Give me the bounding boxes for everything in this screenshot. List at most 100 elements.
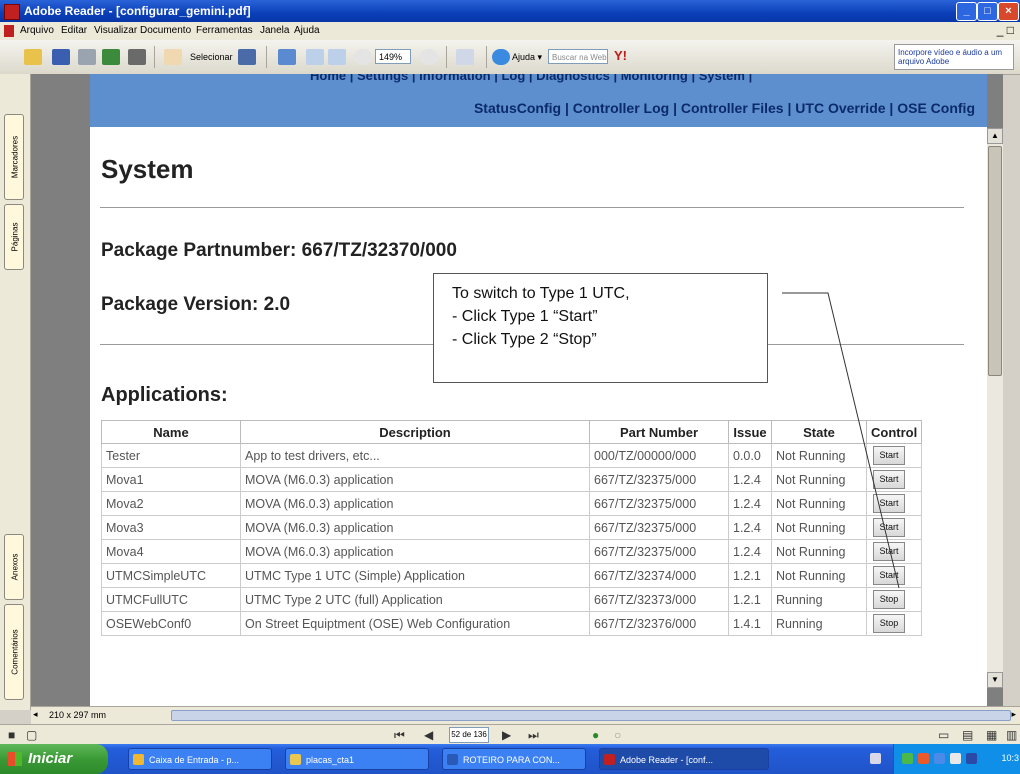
cell-name: Mova2 [101,491,241,516]
menu-editar[interactable]: Editar [61,25,87,36]
cell-description: MOVA (M6.0.3) application [240,467,590,492]
select-tool[interactable]: Selecionar [190,52,233,62]
menu-ajuda[interactable]: Ajuda [294,25,320,36]
document-icon [4,25,14,37]
facing-icon[interactable]: ▦ [986,728,997,742]
scroll-left-arrow-icon[interactable]: ◂ [33,709,38,720]
horizontal-scroll-thumb[interactable] [171,710,1011,721]
table-row: Mova3 MOVA (M6.0.3) application 667/TZ/3… [101,515,923,540]
scroll-up-arrow-icon[interactable]: ▲ [987,128,1003,144]
stop-button[interactable]: Stop [873,590,905,609]
page-number-field[interactable]: 52 de 136 [449,727,489,743]
vertical-scrollbar[interactable]: ▲ ▼ [987,128,1003,688]
document-window-controls[interactable]: _ □ [997,23,1014,37]
taskbar-item-folder[interactable]: placas_cta1 [285,748,429,770]
start-button[interactable]: Start [873,446,905,465]
taskbar-item-adobe-reader[interactable]: Adobe Reader - [conf... [599,748,769,770]
close-button[interactable]: × [998,2,1019,21]
document-view[interactable]: Home | Settings | Information | Log | Di… [31,74,1003,706]
cell-description: MOVA (M6.0.3) application [240,515,590,540]
taskbar-item-label: placas_cta1 [306,755,355,765]
go-back-icon[interactable]: ● [592,728,599,742]
snapshot-icon[interactable] [238,49,256,65]
tab-pages[interactable]: Páginas [4,204,24,270]
column-header-issue: Issue [728,420,772,444]
tab-bookmarks[interactable]: Marcadores [4,114,24,200]
zoom-in-plus-icon[interactable] [420,49,438,65]
volume-icon[interactable] [950,753,961,764]
toolbar: Selecionar 149% Ajuda ▾ Buscar na Web Y!… [0,40,1020,75]
zoom-out-icon[interactable] [354,49,372,65]
antivirus-icon[interactable] [918,753,929,764]
taskbar-item-label: Caixa de Entrada - p... [149,755,240,765]
previous-page-icon[interactable]: ◀ [424,728,433,742]
start-button[interactable]: Iniciar [0,744,108,774]
search-web-input[interactable]: Buscar na Web [548,49,608,64]
help-menu[interactable]: Ajuda ▾ [512,52,542,63]
tab-attachments[interactable]: Anexos [4,534,24,600]
zoom-field[interactable]: 149% [375,49,411,64]
cell-state: Not Running [771,563,867,588]
start-button[interactable]: Start [873,494,905,513]
cell-state: Running [771,587,867,612]
next-page-icon[interactable]: ▶ [502,728,511,742]
table-row: UTMCSimpleUTC UTMC Type 1 UTC (Simple) A… [101,563,923,588]
tab-comments[interactable]: Comentários [4,604,24,700]
network-icon[interactable] [902,753,913,764]
yahoo-icon[interactable]: Y! [614,48,627,63]
go-forward-icon[interactable]: ○ [614,728,621,742]
taskbar-item-label: Adobe Reader - [conf... [620,755,714,765]
page-layout-icon[interactable] [456,49,474,65]
horizontal-scrollbar[interactable]: ◂ 210 x 297 mm ▸ [31,706,1020,725]
stop-button[interactable]: Stop [873,614,905,633]
tab-attachments-label: Anexos [10,553,20,581]
scroll-right-arrow-icon[interactable]: ▸ [1011,709,1016,720]
zoom-in-icon[interactable] [278,49,296,65]
maximize-button[interactable]: □ [977,2,998,21]
actual-size-icon[interactable] [306,49,324,65]
menu-janela[interactable]: Janela [260,25,289,36]
cell-issue: 1.2.1 [728,587,772,612]
hand-tool-icon[interactable] [164,49,182,65]
fit-page-icon[interactable] [328,49,346,65]
open-folder-icon[interactable] [24,49,42,65]
adobe-reader-icon [4,4,20,20]
menu-documento[interactable]: Documento [140,25,191,36]
start-button[interactable]: Start [873,542,905,561]
print-icon[interactable] [78,49,96,65]
cell-name: UTMCSimpleUTC [101,563,241,588]
promo-banner[interactable]: Incorpore vídeo e áudio a um arquivo Ado… [894,44,1014,70]
email-icon[interactable] [102,49,120,65]
thumbnail-icon[interactable]: ▢ [26,728,37,742]
help-label: Ajuda [512,52,536,62]
cell-name: OSEWebConf0 [101,611,241,636]
tray-icon[interactable] [934,753,945,764]
taskbar: Iniciar Caixa de Entrada - p... placas_c… [0,744,1020,774]
menu-visualizar[interactable]: Visualizar [94,25,137,36]
start-button[interactable]: Start [873,518,905,537]
first-page-icon[interactable]: ⏮ [394,728,405,743]
vertical-scroll-thumb[interactable] [988,146,1002,376]
help-icon[interactable] [492,49,510,65]
applications-heading: Applications: [101,384,228,406]
continuous-icon[interactable]: ▤ [962,728,973,742]
menu-arquivo[interactable]: Arquivo [20,25,54,36]
find-binoculars-icon[interactable] [128,49,146,65]
continuous-facing-icon[interactable]: ▥ [1006,728,1017,742]
start-button[interactable]: Start [873,566,905,585]
taskbar-item-inbox[interactable]: Caixa de Entrada - p... [128,748,272,770]
single-page-icon[interactable]: ▭ [938,728,949,742]
save-icon[interactable] [52,49,70,65]
tray-app-icon[interactable] [966,753,977,764]
clock[interactable]: 10:3 [1001,753,1019,763]
taskbar-item-word[interactable]: ROTEIRO PARA CON... [442,748,586,770]
start-button[interactable]: Start [873,470,905,489]
menu-ferramentas[interactable]: Ferramentas [196,25,253,36]
cell-description: UTMC Type 2 UTC (full) Application [240,587,590,612]
language-bar-icon[interactable] [870,753,881,764]
cell-description: On Street Equiptment (OSE) Web Configura… [240,611,590,636]
layers-icon[interactable]: ■ [8,728,15,742]
scroll-down-arrow-icon[interactable]: ▼ [987,672,1003,688]
minimize-button[interactable]: _ [956,2,977,21]
last-page-icon[interactable]: ⏭ [528,728,539,743]
